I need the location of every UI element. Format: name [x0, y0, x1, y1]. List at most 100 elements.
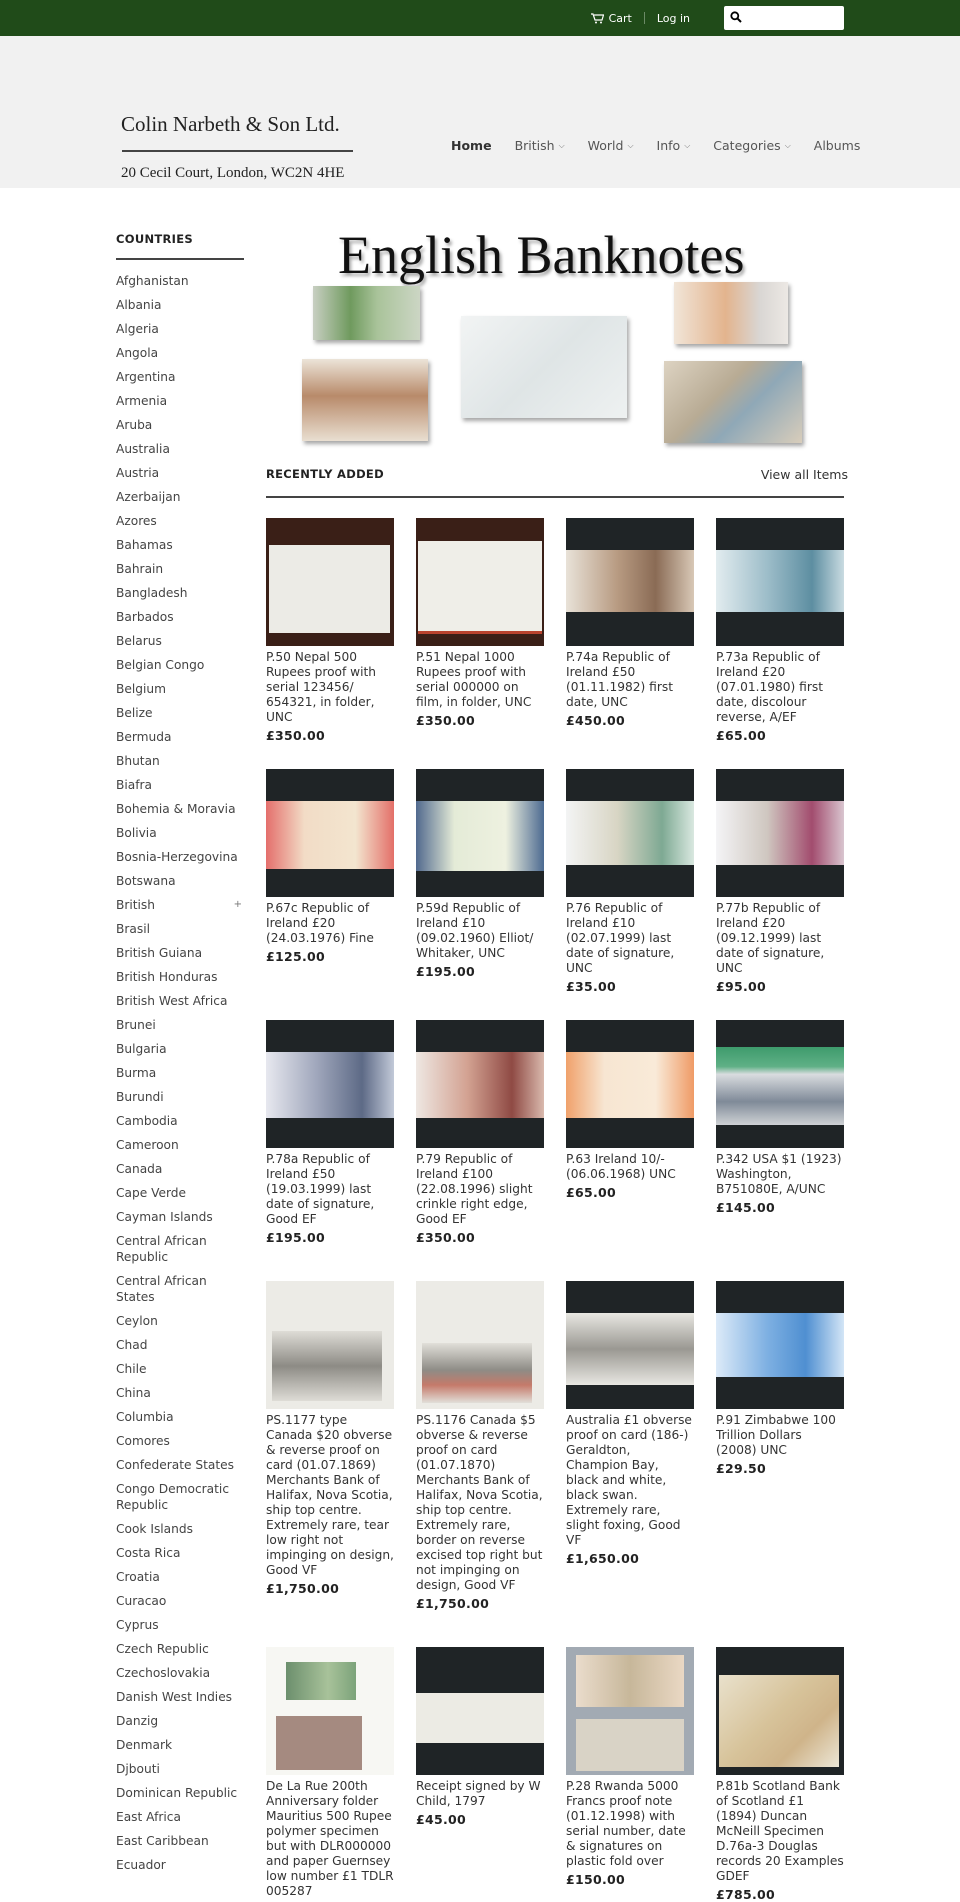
sidebar-item-country[interactable]: Aruba — [116, 417, 244, 433]
sidebar-item-country[interactable]: Chile — [116, 1361, 244, 1377]
sidebar-item-country[interactable]: East Africa — [116, 1809, 244, 1825]
product-card[interactable]: P.63 Ireland 10/- (06.06.1968) UNC £65.00 — [566, 1020, 694, 1245]
nav-british[interactable]: British ⌵ — [515, 138, 565, 153]
sidebar-item-country[interactable]: Bulgaria — [116, 1041, 244, 1057]
sidebar-item-country[interactable]: Biafra — [116, 777, 244, 793]
product-card[interactable]: P.73a Republic of Ireland £20 (07.01.198… — [716, 518, 844, 743]
product-image[interactable] — [266, 1647, 394, 1775]
sidebar-item-country[interactable]: Ceylon — [116, 1313, 244, 1329]
sidebar-item-country[interactable]: Chad — [116, 1337, 244, 1353]
sidebar-item-country[interactable]: Bahamas — [116, 537, 244, 553]
product-image[interactable] — [716, 1281, 844, 1409]
product-card[interactable]: P.50 Nepal 500 Rupees proof with serial … — [266, 518, 394, 743]
sidebar-item-country[interactable]: Cook Islands — [116, 1521, 244, 1537]
sidebar-item-country[interactable]: Bosnia-Herzegovina — [116, 849, 244, 865]
product-title[interactable]: P.63 Ireland 10/- (06.06.1968) UNC — [566, 1152, 694, 1182]
nav-albums[interactable]: Albums — [814, 138, 861, 153]
product-title[interactable]: P.342 USA $1 (1923) Washington, B751080E… — [716, 1152, 844, 1197]
product-title[interactable]: De La Rue 200th Anniversary folder Mauri… — [266, 1779, 394, 1899]
product-card[interactable]: P.67c Republic of Ireland £20 (24.03.197… — [266, 769, 394, 994]
sidebar-item-country[interactable]: Austria — [116, 465, 244, 481]
product-card[interactable]: P.51 Nepal 1000 Rupees proof with serial… — [416, 518, 544, 743]
product-image[interactable] — [716, 1020, 844, 1148]
sidebar-item-country[interactable]: Belgium — [116, 681, 244, 697]
sidebar-item-country[interactable]: Confederate States — [116, 1457, 244, 1473]
nav-world[interactable]: World ⌵ — [588, 138, 634, 153]
sidebar-item-country[interactable]: Bangladesh — [116, 585, 244, 601]
product-title[interactable]: P.28 Rwanda 5000 Francs proof note (01.1… — [566, 1779, 694, 1869]
product-title[interactable]: PS.1177 type Canada $20 obverse & revers… — [266, 1413, 394, 1578]
cart-link[interactable]: Cart — [609, 12, 632, 25]
sidebar-item-country[interactable]: Azores — [116, 513, 244, 529]
product-title[interactable]: P.81b Scotland Bank of Scotland £1 (1894… — [716, 1779, 844, 1884]
product-image[interactable] — [416, 518, 544, 646]
product-title[interactable]: P.51 Nepal 1000 Rupees proof with serial… — [416, 650, 544, 710]
product-image[interactable] — [716, 518, 844, 646]
product-image[interactable] — [566, 518, 694, 646]
sidebar-item-country[interactable]: Danish West Indies — [116, 1689, 244, 1705]
sidebar-item-country[interactable]: Argentina — [116, 369, 244, 385]
product-title[interactable]: Receipt signed by W Child, 1797 — [416, 1779, 544, 1809]
sidebar-item-country[interactable]: Comores — [116, 1433, 244, 1449]
sidebar-item-country[interactable]: Costa Rica — [116, 1545, 244, 1561]
sidebar-item-country[interactable]: Australia — [116, 441, 244, 457]
sidebar-item-country[interactable]: Cambodia — [116, 1113, 244, 1129]
product-card[interactable]: De La Rue 200th Anniversary folder Mauri… — [266, 1647, 394, 1902]
product-card[interactable]: P.91 Zimbabwe 100 Trillion Dollars (2008… — [716, 1281, 844, 1611]
sidebar-item-country[interactable]: Burma — [116, 1065, 244, 1081]
sidebar-item-country[interactable]: Burundi — [116, 1089, 244, 1105]
sidebar-item-country[interactable]: Cyprus — [116, 1617, 244, 1633]
product-title[interactable]: P.74a Republic of Ireland £50 (01.11.198… — [566, 650, 694, 710]
sidebar-item-country[interactable]: Dominican Republic — [116, 1785, 244, 1801]
product-image[interactable] — [566, 1020, 694, 1148]
product-image[interactable] — [416, 1281, 544, 1409]
sidebar-item-country[interactable]: Croatia — [116, 1569, 244, 1585]
sidebar-item-country[interactable]: East Caribbean — [116, 1833, 244, 1849]
sidebar-item-country[interactable]: Bermuda — [116, 729, 244, 745]
product-image[interactable] — [266, 1020, 394, 1148]
product-card[interactable]: Australia £1 obverse proof on card (186-… — [566, 1281, 694, 1611]
product-card[interactable]: P.79 Republic of Ireland £100 (22.08.199… — [416, 1020, 544, 1245]
sidebar-item-country[interactable]: British Guiana — [116, 945, 244, 961]
sidebar-item-country[interactable]: Danzig — [116, 1713, 244, 1729]
product-image[interactable] — [266, 518, 394, 646]
product-card[interactable]: P.59d Republic of Ireland £10 (09.02.196… — [416, 769, 544, 994]
sidebar-item-country[interactable]: Bohemia & Moravia — [116, 801, 244, 817]
product-title[interactable]: P.78a Republic of Ireland £50 (19.03.199… — [266, 1152, 394, 1227]
sidebar-item-country[interactable]: Belarus — [116, 633, 244, 649]
sidebar-item-country[interactable]: Central African States — [116, 1273, 244, 1305]
sidebar-item-country[interactable]: Bolivia — [116, 825, 244, 841]
sidebar-item-country[interactable]: Denmark — [116, 1737, 244, 1753]
search-box[interactable] — [724, 6, 844, 30]
sidebar-item-country[interactable]: British + — [116, 897, 244, 913]
sidebar-item-country[interactable]: Bhutan — [116, 753, 244, 769]
product-image[interactable] — [566, 1281, 694, 1409]
product-image[interactable] — [716, 1647, 844, 1775]
product-title[interactable]: P.76 Republic of Ireland £10 (02.07.1999… — [566, 901, 694, 976]
product-image[interactable] — [416, 769, 544, 897]
product-image[interactable] — [266, 1281, 394, 1409]
nav-categories[interactable]: Categories ⌵ — [713, 138, 790, 153]
product-image[interactable] — [416, 1647, 544, 1775]
product-title[interactable]: P.59d Republic of Ireland £10 (09.02.196… — [416, 901, 544, 961]
sidebar-item-country[interactable]: Cape Verde — [116, 1185, 244, 1201]
sidebar-item-country[interactable]: British West Africa — [116, 993, 244, 1009]
product-title[interactable]: PS.1176 Canada $5 obverse & reverse proo… — [416, 1413, 544, 1593]
sidebar-item-country[interactable]: Afghanistan — [116, 273, 244, 289]
product-title[interactable]: P.73a Republic of Ireland £20 (07.01.198… — [716, 650, 844, 725]
sidebar-item-country[interactable]: Azerbaijan — [116, 489, 244, 505]
sidebar-item-country[interactable]: Curacao — [116, 1593, 244, 1609]
sidebar-item-country[interactable]: Brasil — [116, 921, 244, 937]
product-card[interactable]: Receipt signed by W Child, 1797 £45.00 — [416, 1647, 544, 1902]
product-card[interactable]: P.77b Republic of Ireland £20 (09.12.199… — [716, 769, 844, 994]
product-card[interactable]: P.81b Scotland Bank of Scotland £1 (1894… — [716, 1647, 844, 1902]
sidebar-item-country[interactable]: Belize — [116, 705, 244, 721]
sidebar-item-country[interactable]: Columbia — [116, 1409, 244, 1425]
sidebar-item-country[interactable]: Belgian Congo — [116, 657, 244, 673]
sidebar-item-country[interactable]: Botswana — [116, 873, 244, 889]
product-card[interactable]: P.76 Republic of Ireland £10 (02.07.1999… — [566, 769, 694, 994]
expand-plus-icon[interactable]: + — [234, 897, 242, 913]
product-title[interactable]: P.79 Republic of Ireland £100 (22.08.199… — [416, 1152, 544, 1227]
sidebar-item-country[interactable]: British Honduras — [116, 969, 244, 985]
sidebar-item-country[interactable]: Czechoslovakia — [116, 1665, 244, 1681]
